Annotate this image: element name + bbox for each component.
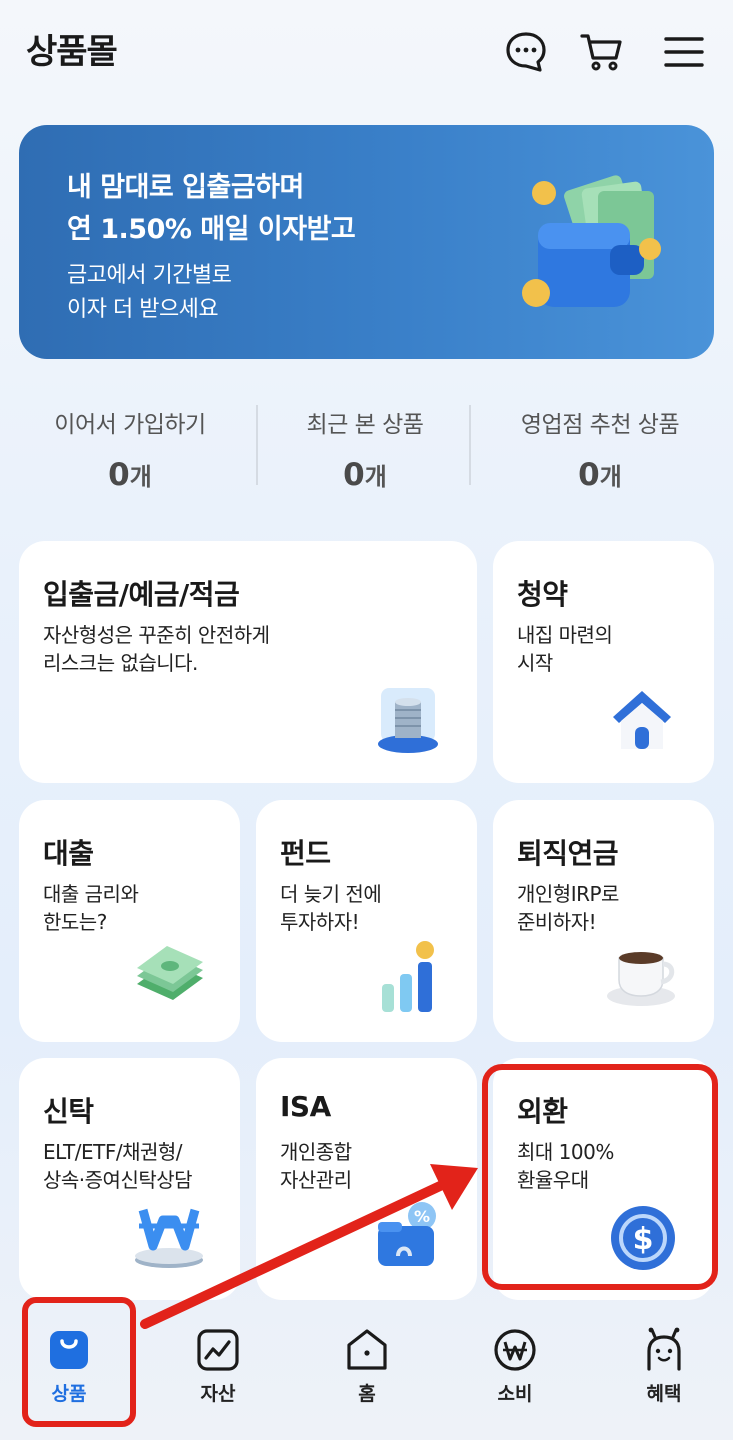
app-header: 상품몰 [0, 0, 733, 100]
card-desc-line: 개인형IRP로 [517, 882, 619, 906]
stat-unit: 개 [364, 463, 387, 491]
banner-headline-1: 내 맘대로 입출금하며 [67, 172, 304, 203]
stat-divider [469, 405, 471, 485]
card-desc: 개인종합 자산관리 [280, 1138, 352, 1194]
banner-headline-2: 연 1.50% 매일 이자받고 [67, 214, 356, 245]
house-icon [609, 687, 675, 757]
bottom-tab-bar: 상품 자산 홈 소비 혜택 [0, 1305, 733, 1440]
card-desc-line: 내집 마련의 [517, 623, 613, 647]
tab-label: 상품 [51, 1383, 87, 1405]
growth-chart-icon [380, 940, 436, 1018]
card-title: 입출금/예금/적금 [43, 578, 240, 611]
stat-divider [256, 405, 258, 485]
card-desc-line: 더 늦기 전에 [280, 882, 382, 906]
stat-label: 최근 본 상품 [306, 412, 424, 438]
card-desc-line: 준비하자! [517, 910, 597, 934]
svg-text:$: $ [633, 1222, 654, 1257]
card-desc-line: 최대 100% [517, 1140, 614, 1164]
tab-label: 소비 [497, 1383, 533, 1405]
stat-label: 영업점 추천 상품 [520, 412, 680, 438]
stat-unit: 개 [129, 463, 152, 491]
tab-home[interactable]: 홈 [317, 1327, 417, 1406]
card-desc-line: 환율우대 [517, 1168, 589, 1192]
home-icon [344, 1327, 390, 1373]
card-title: 외환 [517, 1095, 568, 1128]
chat-icon[interactable] [504, 30, 548, 74]
card-forex[interactable]: 외환 최대 100% 환율우대 $ [493, 1058, 714, 1300]
coffee-cup-icon [605, 944, 681, 1012]
won-icon [492, 1327, 538, 1373]
tab-benefits[interactable]: 혜택 [614, 1327, 714, 1406]
card-title: ISA [280, 1090, 331, 1123]
card-title: 대출 [43, 837, 94, 870]
banner-sub-2: 이자 더 받으세요 [67, 297, 219, 322]
card-desc-line: 자산형성은 꾸준히 안전하게 [43, 623, 270, 647]
shopping-bag-icon [46, 1327, 92, 1373]
stat-unit: 개 [599, 463, 622, 491]
card-pension[interactable]: 퇴직연금 개인형IRP로 준비하자! [493, 800, 714, 1042]
card-desc-line: 투자하자! [280, 910, 360, 934]
character-icon [641, 1327, 687, 1373]
cash-stack-icon [133, 944, 205, 1012]
card-desc: ELT/ETF/채권형/ 상속·증여신탁상담 [43, 1138, 193, 1194]
card-deposit[interactable]: 입출금/예금/적금 자산형성은 꾸준히 안전하게 리스크는 없습니다. [19, 541, 477, 783]
card-desc: 최대 100% 환율우대 [517, 1138, 614, 1194]
card-title: 청약 [517, 578, 568, 611]
cart-icon[interactable] [580, 30, 624, 74]
tab-label: 홈 [358, 1383, 376, 1405]
card-desc: 개인형IRP로 준비하자! [517, 880, 619, 936]
stat-continue-signup[interactable]: 이어서 가입하기 0개 [30, 405, 230, 493]
card-desc: 대출 금리와 한도는? [43, 880, 139, 936]
won-pedestal-icon [133, 1206, 205, 1274]
tab-spending[interactable]: 소비 [465, 1327, 565, 1406]
percent-folder-icon: % [374, 1200, 440, 1274]
card-desc: 더 늦기 전에 투자하자! [280, 880, 382, 936]
card-title: 퇴직연금 [517, 837, 619, 870]
card-title: 신탁 [43, 1095, 94, 1128]
card-desc-line: 대출 금리와 [43, 882, 139, 906]
card-desc: 자산형성은 꾸준히 안전하게 리스크는 없습니다. [43, 621, 270, 677]
stat-value: 0 [108, 457, 130, 493]
card-desc-line: 자산관리 [280, 1168, 352, 1192]
page-title: 상품몰 [26, 32, 118, 72]
tab-products[interactable]: 상품 [19, 1327, 119, 1406]
card-desc: 내집 마련의 시작 [517, 621, 613, 677]
card-loan[interactable]: 대출 대출 금리와 한도는? [19, 800, 240, 1042]
stat-recent-products[interactable]: 최근 본 상품 0개 [265, 405, 465, 493]
card-isa[interactable]: ISA 개인종합 자산관리 % [256, 1058, 477, 1300]
card-fund[interactable]: 펀드 더 늦기 전에 투자하자! [256, 800, 477, 1042]
tab-label: 자산 [200, 1383, 236, 1405]
stat-value: 0 [578, 457, 600, 493]
stat-value: 0 [343, 457, 365, 493]
svg-text:%: % [414, 1207, 430, 1226]
tab-label: 혜택 [646, 1383, 682, 1405]
banner-sub-1: 금고에서 기간별로 [67, 263, 232, 288]
card-title: 펀드 [280, 837, 331, 870]
card-subscription[interactable]: 청약 내집 마련의 시작 [493, 541, 714, 783]
wallet-money-icon [514, 163, 674, 323]
dollar-coin-icon: $ [609, 1204, 677, 1276]
stat-label: 이어서 가입하기 [54, 412, 206, 438]
chart-icon [195, 1327, 241, 1373]
tab-assets[interactable]: 자산 [168, 1327, 268, 1406]
card-desc-line: 개인종합 [280, 1140, 352, 1164]
card-desc-line: 한도는? [43, 910, 107, 934]
stat-branch-recommended[interactable]: 영업점 추천 상품 0개 [492, 405, 708, 493]
coin-stack-icon [375, 686, 441, 760]
card-trust[interactable]: 신탁 ELT/ETF/채권형/ 상속·증여신탁상담 [19, 1058, 240, 1300]
menu-icon[interactable] [662, 30, 706, 74]
card-desc-line: ELT/ETF/채권형/ [43, 1140, 183, 1164]
card-desc-line: 시작 [517, 651, 553, 675]
promo-banner[interactable]: 내 맘대로 입출금하며 연 1.50% 매일 이자받고 금고에서 기간별로 이자… [19, 125, 714, 359]
card-desc-line: 상속·증여신탁상담 [43, 1168, 193, 1192]
card-desc-line: 리스크는 없습니다. [43, 651, 198, 675]
